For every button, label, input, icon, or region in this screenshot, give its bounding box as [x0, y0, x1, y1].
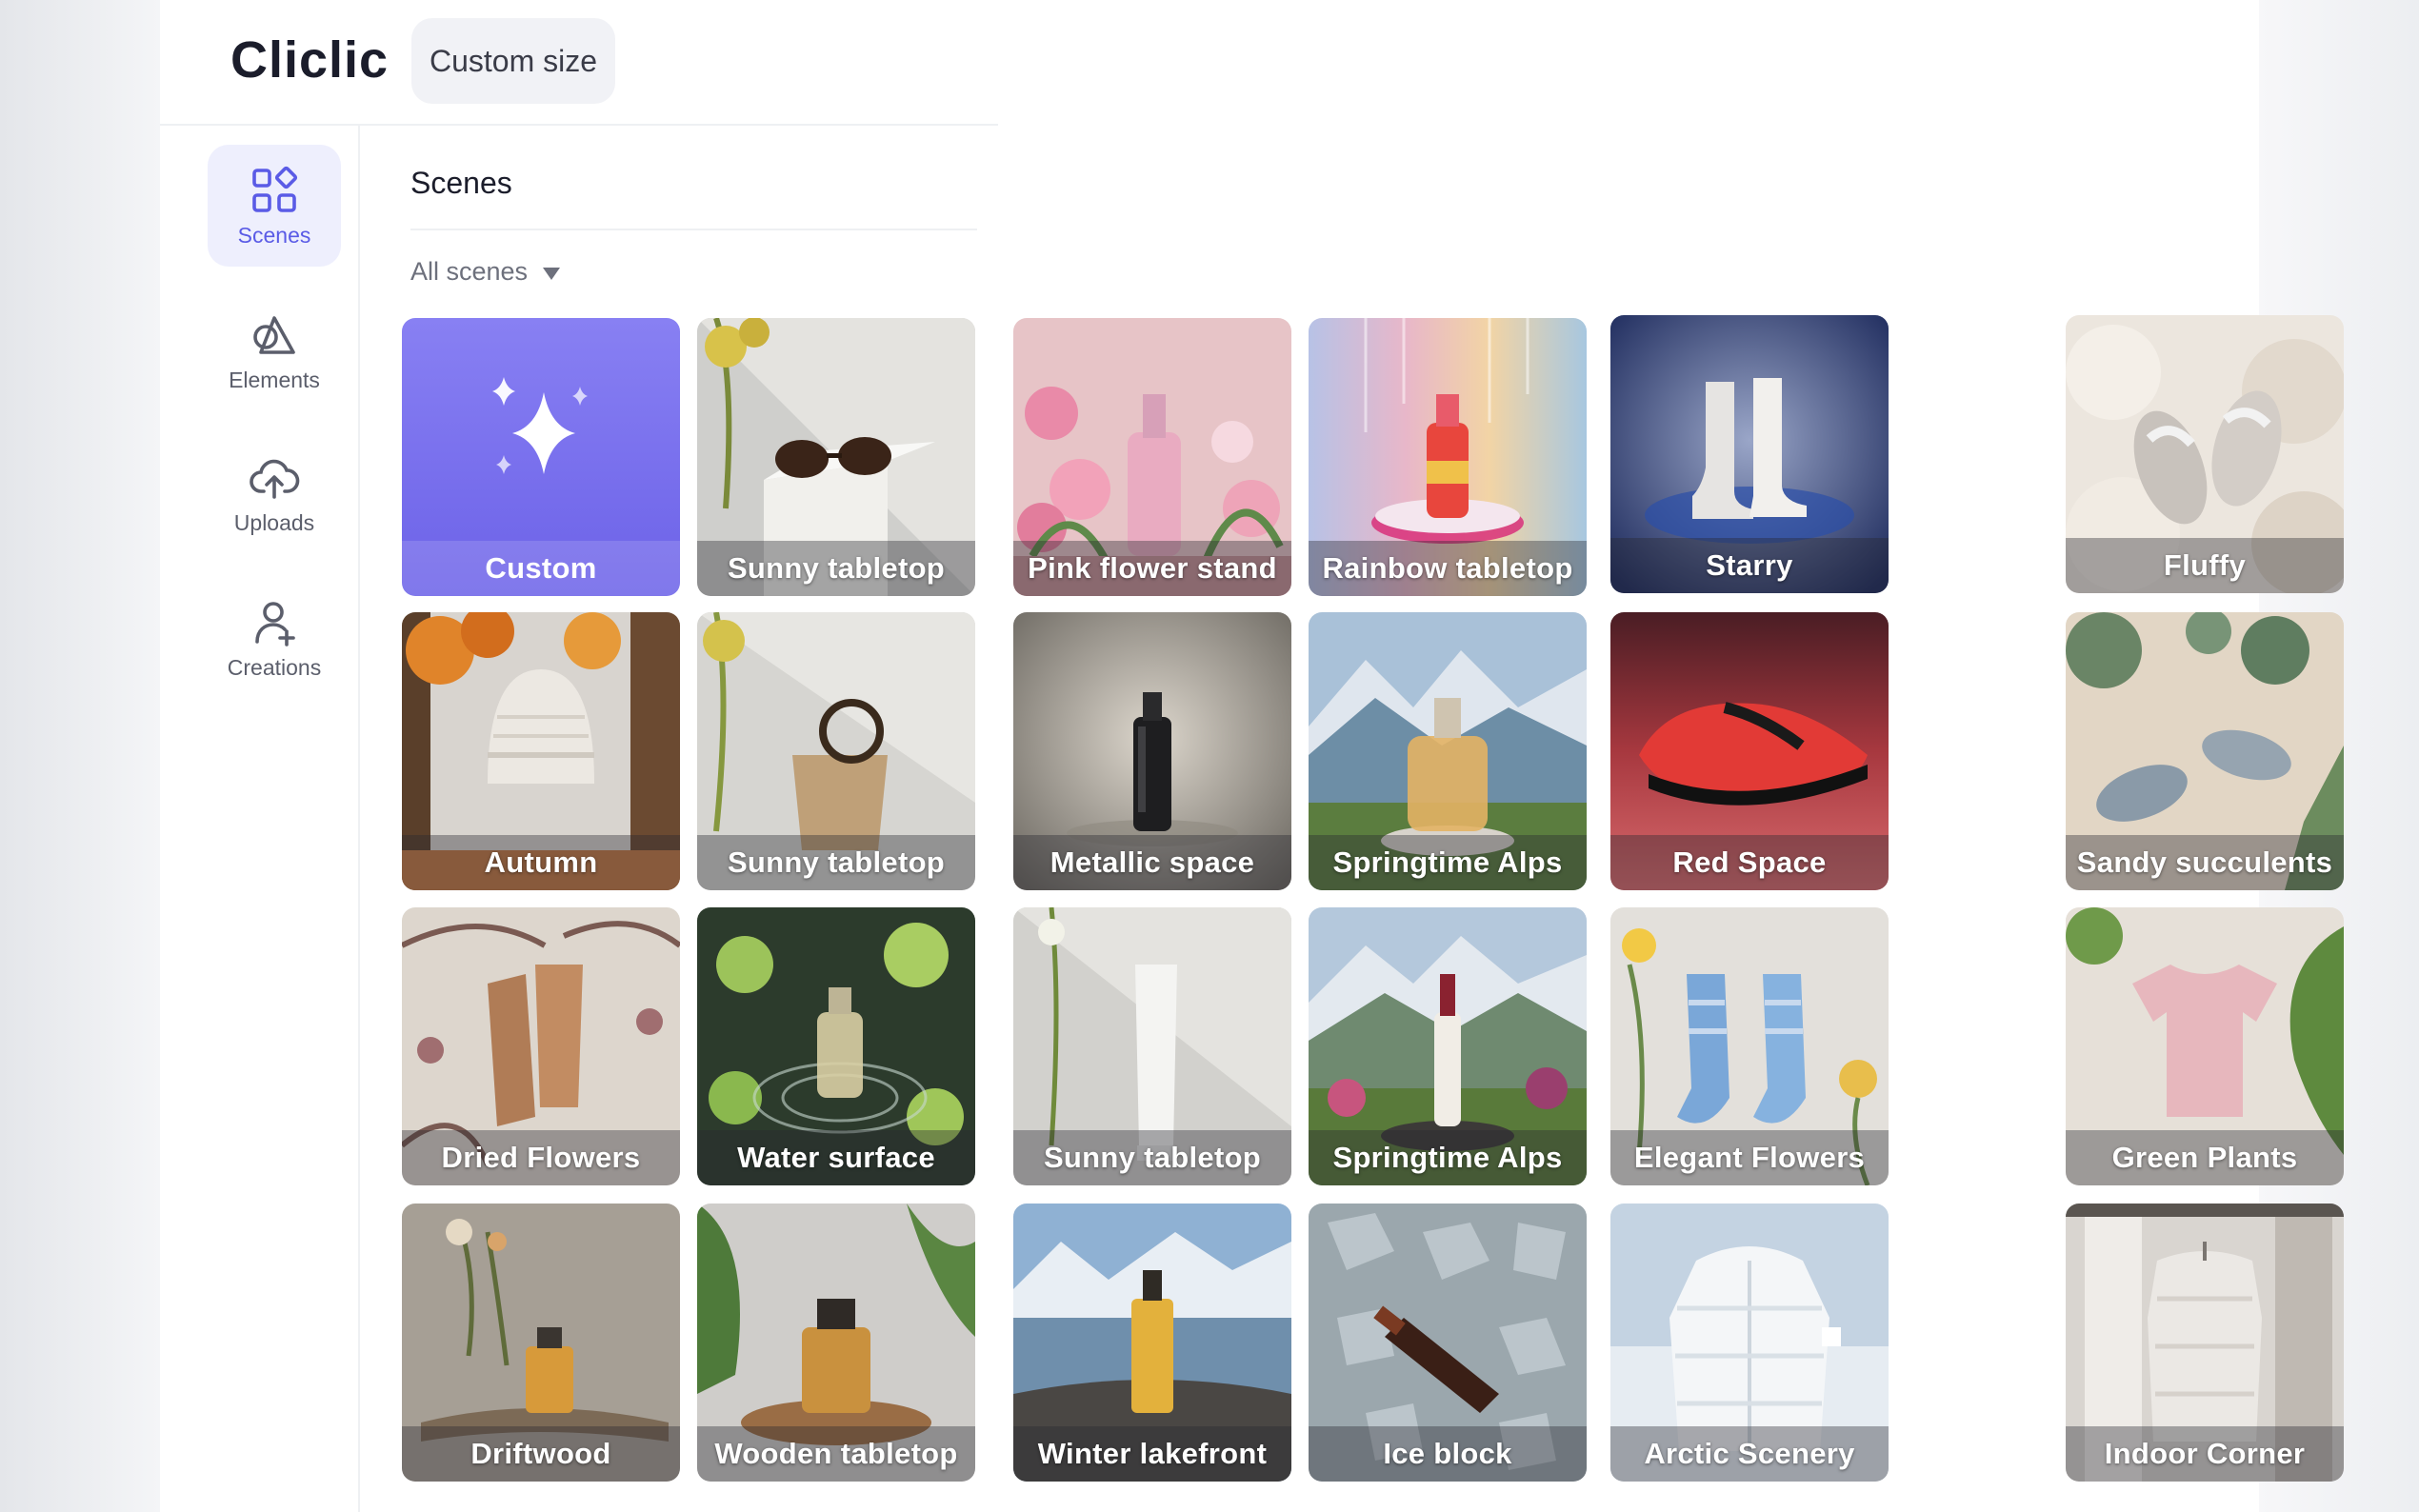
scene-card-label: Sunny tabletop [1013, 1130, 1291, 1185]
sidebar-item-elements[interactable]: Elements [208, 289, 341, 411]
scene-card-custom[interactable]: Custom [402, 318, 680, 596]
sidebar-item-label: Creations [227, 654, 322, 680]
scene-card-label: Sunny tabletop [697, 835, 975, 890]
scene-card-rainbow-tabletop[interactable]: Rainbow tabletop [1309, 318, 1587, 596]
scene-card-label: Green Plants [2066, 1130, 2344, 1185]
backdrop-left [0, 0, 160, 1512]
scene-card-label: Ice block [1309, 1426, 1587, 1482]
scene-card-springtime-alps-2[interactable]: Springtime Alps [1309, 907, 1587, 1185]
sidebar-item-scenes[interactable]: Scenes [208, 145, 341, 267]
app-logo: Cliclic [230, 31, 390, 89]
custom-size-button[interactable]: Custom size [411, 18, 615, 104]
shapes-icon [253, 315, 295, 354]
sidebar-item-label: Uploads [233, 509, 315, 535]
scene-card-fluffy[interactable]: Fluffy [2066, 315, 2344, 593]
scene-card-label: Metallic space [1013, 835, 1291, 890]
scene-card-ice-block[interactable]: Ice block [1309, 1204, 1587, 1482]
sidebar: Scenes Elements Uploads Creations [160, 126, 360, 1512]
scene-card-arctic-scenery[interactable]: Arctic Scenery [1610, 1204, 1889, 1482]
scene-filter-label: All scenes [410, 257, 529, 286]
scene-card-sunny-tabletop-3[interactable]: Sunny tabletop [1013, 907, 1291, 1185]
scene-card-sandy-succulents[interactable]: Sandy succulents [2066, 612, 2344, 890]
scene-card-label: Autumn [402, 835, 680, 890]
scene-card-label: Sunny tabletop [697, 541, 975, 596]
scene-card-label: Indoor Corner [2066, 1426, 2344, 1482]
scene-card-springtime-alps[interactable]: Springtime Alps [1309, 612, 1587, 890]
caret-down-icon [543, 268, 561, 280]
scene-card-red-space[interactable]: Red Space [1610, 612, 1889, 890]
top-bar: Cliclic Custom size [160, 0, 998, 126]
app-window: Cliclic Custom size Scenes Elements Uplo… [160, 0, 2344, 1512]
scene-card-winter-lakefront[interactable]: Winter lakefront [1013, 1204, 1291, 1482]
divider [410, 229, 977, 230]
scene-card-indoor-corner[interactable]: Indoor Corner [2066, 1204, 2344, 1482]
page-title: Scenes [410, 166, 512, 200]
scene-card-label: Driftwood [402, 1426, 680, 1482]
scene-card-wooden-tabletop[interactable]: Wooden tabletop [697, 1204, 975, 1482]
scene-card-sunny-tabletop-2[interactable]: Sunny tabletop [697, 612, 975, 890]
scene-card-label: Starry [1610, 538, 1889, 593]
scene-card-label: Springtime Alps [1309, 1130, 1587, 1185]
sidebar-item-creations[interactable]: Creations [208, 577, 341, 699]
sidebar-item-uploads[interactable]: Uploads [208, 432, 341, 554]
scene-card-label: Arctic Scenery [1610, 1426, 1889, 1482]
scene-card-label: Fluffy [2066, 538, 2344, 593]
scene-card-label: Pink flower stand [1013, 541, 1291, 596]
scene-card-green-plants[interactable]: Green Plants [2066, 907, 2344, 1185]
scene-card-pink-flower-stand[interactable]: Pink flower stand [1013, 318, 1291, 596]
user-icon [255, 601, 295, 647]
scene-card-label: Springtime Alps [1309, 835, 1587, 890]
scene-card-label: Elegant Flowers [1610, 1130, 1889, 1185]
scene-card-driftwood[interactable]: Driftwood [402, 1204, 680, 1482]
scene-card-label: Custom [402, 541, 680, 596]
scene-card-label: Dried Flowers [402, 1130, 680, 1185]
scene-card-starry[interactable]: Starry [1610, 315, 1889, 593]
scene-card-label: Red Space [1610, 835, 1889, 890]
scene-card-label: Rainbow tabletop [1309, 541, 1587, 596]
scene-filter-dropdown[interactable]: All scenes [410, 257, 561, 287]
scene-card-dried-flowers[interactable]: Dried Flowers [402, 907, 680, 1185]
scene-card-label: Sandy succulents [2066, 835, 2344, 890]
scene-card-water-surface[interactable]: Water surface [697, 907, 975, 1185]
sidebar-item-label: Elements [229, 367, 320, 392]
scene-card-elegant-flowers[interactable]: Elegant Flowers [1610, 907, 1889, 1185]
scene-card-label: Winter lakefront [1013, 1426, 1291, 1482]
cloud-upload-icon [250, 459, 300, 499]
scene-card-label: Wooden tabletop [697, 1426, 975, 1482]
sidebar-item-label: Scenes [237, 222, 311, 248]
scene-card-sunny-tabletop[interactable]: Sunny tabletop [697, 318, 975, 596]
scene-card-metallic-space[interactable]: Metallic space [1013, 612, 1291, 890]
scene-card-autumn[interactable]: Autumn [402, 612, 680, 890]
scene-card-label: Water surface [697, 1130, 975, 1185]
grid-icon [252, 166, 298, 212]
